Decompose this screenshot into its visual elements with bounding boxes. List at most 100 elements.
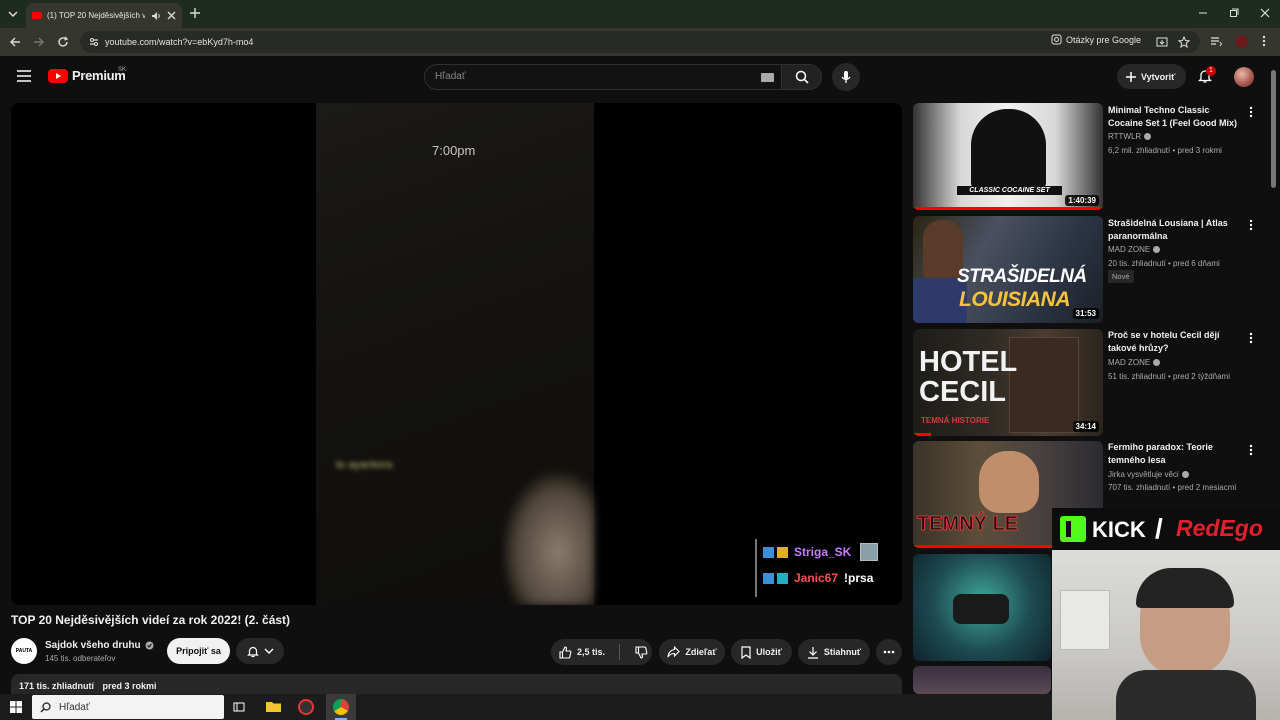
crown-badge-icon: [777, 546, 788, 558]
windows-start-icon[interactable]: [10, 701, 22, 713]
join-button[interactable]: Pripojiť sa: [167, 638, 230, 664]
browser-tab-active[interactable]: (1) TOP 20 Nejděsivějších v: [26, 3, 182, 28]
site-info-icon[interactable]: [88, 36, 100, 48]
scrollbar-thumb[interactable]: [1271, 70, 1276, 188]
masked-face-art: [953, 594, 1009, 624]
window-restore-icon[interactable]: [1229, 8, 1239, 18]
channel-name[interactable]: Jirka vysvětluje věci: [1108, 470, 1189, 479]
task-view-icon[interactable]: [233, 701, 245, 713]
create-label: Vytvoriť: [1141, 71, 1176, 82]
thumbs-down-icon: [635, 645, 648, 659]
browser-menu-icon[interactable]: [1262, 35, 1266, 47]
file-explorer-icon[interactable]: [266, 700, 281, 712]
region-code: SK: [118, 67, 127, 73]
streamer-webcam: [1052, 550, 1280, 720]
dislike-button[interactable]: [635, 645, 648, 659]
like-button[interactable]: 2,5 tis.: [559, 645, 605, 659]
address-bar[interactable]: youtube.com/watch?v=ebKyd7h-mo4 Otázky p…: [80, 31, 1200, 53]
share-arrow-icon: [667, 646, 681, 658]
youtube-favicon-icon: [32, 12, 42, 19]
channel-name[interactable]: MAD ZONE: [1108, 358, 1161, 367]
video-clock-text: 7:00pm: [432, 143, 476, 158]
verified-icon: [1153, 359, 1161, 366]
save-button[interactable]: Uložiť: [731, 639, 792, 665]
streamer-beanie: [1136, 568, 1234, 608]
search-box[interactable]: Hľadať: [424, 64, 782, 90]
search-button[interactable]: [782, 64, 822, 90]
video-thumbnail[interactable]: [913, 666, 1051, 694]
video-thumbnail[interactable]: HOTEL CECIL TEMNÁ HISTORIE 34:14: [913, 329, 1103, 436]
view-count: 171 tis. zhliadnutí: [19, 681, 95, 691]
channel-name[interactable]: Sajdok všeho druhu: [45, 640, 141, 651]
obs-app-icon[interactable]: [298, 699, 314, 715]
new-tab-plus-icon[interactable]: [189, 7, 201, 19]
video-meta: 51 tis. zhliadnutí • pred 2 týždňami: [1108, 372, 1230, 381]
account-avatar[interactable]: [1234, 67, 1254, 87]
google-questions-chip[interactable]: Otázky pre Google: [1051, 34, 1141, 45]
reload-icon[interactable]: [57, 36, 69, 48]
video-title[interactable]: Minimal Techno Classic Cocaine Set 1 (Fee…: [1108, 104, 1243, 130]
whiteboard-art: [1060, 590, 1110, 650]
chat-username: Janic67: [794, 571, 839, 585]
more-actions-button[interactable]: [876, 639, 902, 665]
video-thumbnail[interactable]: CLASSIC COCAINE SET 1:40:39: [913, 103, 1103, 210]
channel-name[interactable]: MAD ZONE: [1108, 245, 1161, 254]
chevron-down-icon: [264, 647, 274, 655]
video-player[interactable]: 7:00pm to ayantons Striga_SK Janic67 !pr…: [11, 103, 902, 605]
taskbar-search-input[interactable]: Hľadať: [59, 702, 90, 713]
kick-banner-overlay: KICK / RedEgo: [1052, 508, 1280, 550]
video-meta: 6,2 mil. zhliadnutí • pred 3 rokmi: [1108, 146, 1222, 155]
keyboard-icon[interactable]: [761, 73, 774, 82]
redego-wordmark: RedEgo: [1176, 515, 1263, 541]
thumbnail-caption: TEMNÁ HISTORIE: [921, 416, 990, 425]
window-close-icon[interactable]: [1260, 8, 1270, 18]
thumbnail-caption: CECIL: [919, 376, 1006, 408]
share-label: Zdieľať: [685, 647, 717, 657]
video-duration: 1:40:39: [1065, 195, 1099, 206]
back-arrow-icon[interactable]: [9, 36, 21, 48]
streamer-shirt: [1116, 670, 1256, 720]
taskbar-search-box[interactable]: Hľadať: [32, 695, 224, 719]
profile-avatar[interactable]: [1235, 35, 1248, 48]
forward-arrow-icon[interactable]: [33, 36, 45, 48]
url-text[interactable]: youtube.com/watch?v=ebKyd7h-mo4: [105, 37, 253, 47]
more-vertical-icon[interactable]: [1249, 219, 1257, 233]
video-title[interactable]: Fermiho paradox: Teorie temného lesa: [1108, 441, 1243, 467]
channel-name[interactable]: RTTWLR: [1108, 132, 1152, 141]
video-duration: 34:14: [1072, 421, 1099, 432]
search-input[interactable]: Hľadať: [435, 71, 466, 82]
more-vertical-icon[interactable]: [1249, 332, 1257, 346]
video-title[interactable]: Strašidelná Lousiana | Atlas paranormálna: [1108, 217, 1243, 243]
share-button[interactable]: Zdieľať: [659, 639, 725, 665]
more-vertical-icon[interactable]: [1249, 444, 1257, 458]
chrome-taskbar-button[interactable]: [326, 694, 356, 720]
tab-title: (1) TOP 20 Nejděsivějších v: [47, 11, 145, 20]
video-title[interactable]: Proč se v hotelu Cecil dějí takové hrůzy?: [1108, 329, 1243, 355]
google-questions-label: Otázky pre Google: [1066, 34, 1142, 45]
notification-settings-button[interactable]: [236, 638, 284, 664]
more-vertical-icon[interactable]: [1249, 106, 1257, 120]
reading-list-icon[interactable]: [1210, 35, 1222, 47]
download-button[interactable]: Stiahnuť: [798, 639, 870, 665]
video-duration: 31:53: [1072, 308, 1099, 319]
download-icon: [807, 646, 819, 659]
voice-search-button[interactable]: [832, 63, 860, 91]
install-app-icon[interactable]: [1156, 36, 1168, 48]
video-thumbnail[interactable]: [913, 554, 1051, 661]
download-label: Stiahnuť: [823, 647, 862, 657]
bookmark-star-icon[interactable]: [1178, 36, 1190, 48]
description-box[interactable]: 171 tis. zhliadnutí pred 3 rokmi: [11, 674, 902, 694]
video-thumbnail[interactable]: STRAŠIDELNÁ LOUISIANA 31:53: [913, 216, 1103, 323]
watch-progress-bar: [913, 433, 931, 436]
tab-close-icon[interactable]: [167, 11, 176, 20]
youtube-premium-logo[interactable]: Premium: [48, 68, 126, 83]
channel-avatar[interactable]: PAUTA: [11, 638, 37, 664]
guide-menu-icon[interactable]: [17, 70, 31, 82]
tab-search-dropdown-icon[interactable]: [6, 7, 20, 21]
create-button[interactable]: Vytvoriť: [1117, 64, 1186, 89]
window-minimize-icon[interactable]: [1198, 8, 1208, 18]
channel-name-row[interactable]: Sajdok všeho druhu: [45, 640, 154, 651]
tab-audio-icon[interactable]: [151, 11, 161, 21]
verified-icon: [145, 641, 154, 650]
video-blurred-text: to ayantons: [336, 459, 393, 471]
